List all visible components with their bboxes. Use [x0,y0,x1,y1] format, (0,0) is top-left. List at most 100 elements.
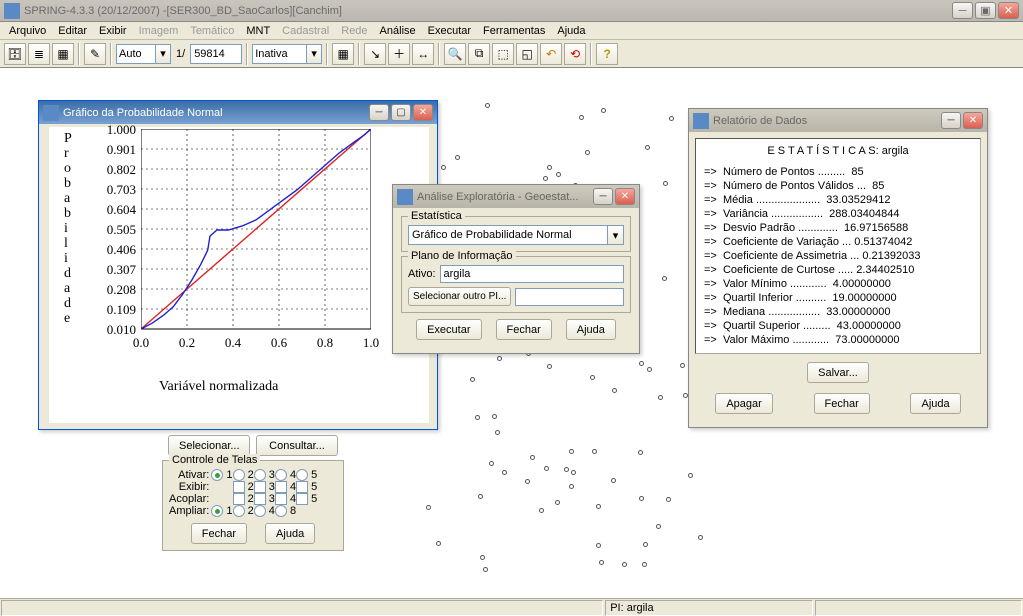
acoplar-3-check[interactable] [254,493,266,505]
layers-icon[interactable]: ≣ [28,43,50,65]
menu-rede[interactable]: Rede [336,24,372,38]
acoplar-5-check[interactable] [296,493,308,505]
data-point [662,276,667,281]
scale-prefix: 1/ [176,48,185,60]
exibir-2-check[interactable] [233,481,245,493]
relatorio-close-button[interactable]: ✕ [963,112,983,129]
acoplar-2-check[interactable] [233,493,245,505]
ampliar-2-radio[interactable] [233,505,245,517]
analise-close-button[interactable]: ✕ [615,188,635,205]
x-axis-title: Variável normalizada [159,379,278,395]
analise-executar-button[interactable]: Executar [416,319,481,340]
analise-ajuda-button[interactable]: Ajuda [566,319,616,340]
data-point [612,388,617,393]
menu-executar[interactable]: Executar [423,24,476,38]
y-tick-label: 0.307 [91,262,136,278]
data-point [698,535,703,540]
status-cell-pi: PI: argila [605,600,812,616]
apagar-button[interactable]: Apagar [715,393,772,414]
data-point [544,466,549,471]
normal-close-button[interactable]: ✕ [413,104,433,121]
db-icon[interactable]: 🗄 [4,43,26,65]
menu-exibir[interactable]: Exibir [94,24,132,38]
zoom-selection-icon[interactable]: ⧉ [468,43,490,65]
zoom-area-icon[interactable]: ⬚ [492,43,514,65]
row-ativar: Ativar: 1 2 3 4 5 [169,469,317,481]
relatorio-fechar-button[interactable]: Fechar [814,393,870,414]
group-plano-informacao: Plano de Informação Ativo: argila Seleci… [401,256,631,313]
salvar-button[interactable]: Salvar... [807,362,869,383]
menu-tematico[interactable]: Temático [185,24,239,38]
ativo-field[interactable]: argila [440,265,624,283]
menu-arquivo[interactable]: Arquivo [4,24,51,38]
controle-ajuda-button[interactable]: Ajuda [265,523,315,544]
zoom-in-icon[interactable]: 🔍 [444,43,466,65]
menu-analise[interactable]: Análise [375,24,421,38]
maximize-button[interactable]: ▣ [975,2,996,19]
grid-icon[interactable]: ▦ [332,43,354,65]
relatorio-ajuda-button[interactable]: Ajuda [910,393,960,414]
menu-cadastral[interactable]: Cadastral [277,24,334,38]
controle-fechar-button[interactable]: Fechar [191,523,247,544]
close-button[interactable]: ✕ [998,2,1019,19]
arrow-down-icon[interactable]: ↘ [364,43,386,65]
outro-pi-field[interactable] [515,288,624,306]
data-point [571,470,576,475]
status-cell-1 [1,600,603,616]
ativar-2-radio[interactable] [233,469,245,481]
relatorio-min-button[interactable]: ─ [941,112,961,129]
inativa-combo[interactable]: Inativa▾ [252,44,322,64]
undo-zoom-icon[interactable]: ↶ [540,43,562,65]
auto-combo[interactable]: Auto▾ [116,44,171,64]
consultar-button[interactable]: Consultar... [256,435,338,456]
y-axis-label-char: l [64,236,72,251]
menu-ferramentas[interactable]: Ferramentas [478,24,550,38]
analise-titlebar[interactable]: Análise Exploratória - Geoestat... ─ ✕ [393,185,639,208]
selecionar-outro-button[interactable]: Selecionar outro PI... [408,287,511,306]
refresh-icon[interactable]: ⟲ [564,43,586,65]
distance-icon[interactable]: ↔ [412,43,434,65]
estatistica-combo[interactable]: Gráfico de Probabilidade Normal ▾ [408,225,624,245]
stat-line: => Coeficiente de Variação ... 0.5137404… [704,235,972,249]
analise-fechar-button[interactable]: Fechar [496,319,552,340]
plus-icon[interactable]: ＋ [388,43,410,65]
scale-field[interactable]: 59814 [190,44,242,64]
normal-max-button[interactable]: ▢ [391,104,411,121]
normal-probability-titlebar[interactable]: Gráfico da Probabilidade Normal ─ ▢ ✕ [39,101,437,124]
ampliar-1-radio[interactable] [211,505,223,517]
menu-mnt[interactable]: MNT [241,24,275,38]
relatorio-titlebar[interactable]: Relatório de Dados ─ ✕ [689,109,987,132]
ativar-1-radio[interactable] [211,469,223,481]
data-point [485,103,490,108]
data-point [569,449,574,454]
normal-min-button[interactable]: ─ [369,104,389,121]
exibir-5-check[interactable] [296,481,308,493]
group-controle-telas: Controle de Telas Ativar: 1 2 3 4 5 Exib… [162,460,344,551]
draw-icon[interactable]: ✎ [84,43,106,65]
help-icon[interactable]: ? [596,43,618,65]
data-point [639,496,644,501]
menu-editar[interactable]: Editar [53,24,92,38]
cat-icon[interactable]: ▦ [52,43,74,65]
ampliar-4-radio[interactable] [254,505,266,517]
selecionar-button[interactable]: Selecionar... [168,435,250,456]
relatorio-textarea[interactable]: E S T A T Í S T I C A S: argila => Númer… [695,138,981,354]
data-point [680,363,685,368]
exibir-4-check[interactable] [275,481,287,493]
ativar-label: Ativar: [169,469,211,481]
menu-imagem[interactable]: Imagem [134,24,184,38]
relatorio-title: Relatório de Dados [713,115,941,127]
zoom-all-icon[interactable]: ◱ [516,43,538,65]
acoplar-4-check[interactable] [275,493,287,505]
analise-min-button[interactable]: ─ [593,188,613,205]
stat-line: => Quartil Inferior .......... 19.000000… [704,291,972,305]
ativar-5-radio[interactable] [296,469,308,481]
ampliar-8-radio[interactable] [275,505,287,517]
minimize-button[interactable]: ─ [952,2,973,19]
menu-ajuda[interactable]: Ajuda [552,24,590,38]
ativar-3-radio[interactable] [254,469,266,481]
data-point [441,165,446,170]
ativar-4-radio[interactable] [275,469,287,481]
normal-probability-chart: Probabilidade 0.0100.1090.2080.3070.4060… [49,127,429,423]
exibir-3-check[interactable] [254,481,266,493]
